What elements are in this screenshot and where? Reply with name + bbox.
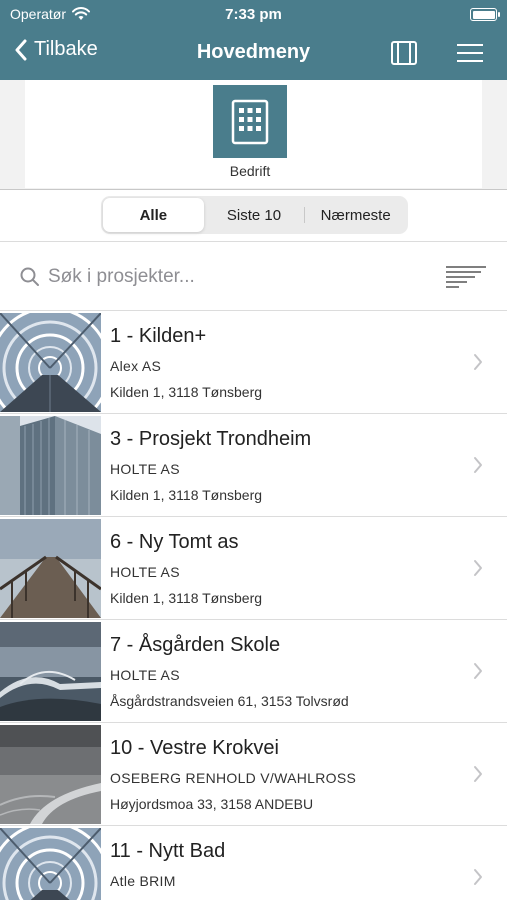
page-title: Hovedmeny [196,41,311,63]
chevron-right-icon [474,560,482,576]
project-address: Kilden 1, 3118 Tønsberg [110,590,263,606]
top-bar: Operatør 7:33 pm Tilbake Hovedmeny [0,0,507,80]
chevron-right-icon [474,869,482,885]
project-company: HOLTE AS [110,461,180,477]
project-name: 3 - Prosjekt Trondheim [110,428,312,450]
project-name: 7 - Åsgården Skole [110,634,281,656]
project-name: 11 - Nytt Bad [110,840,226,862]
segment-all[interactable]: Alle [103,198,204,232]
project-row[interactable]: 7 - Åsgården Skole HOLTE AS Åsgårdstrand… [0,620,507,723]
sea-wall-image [0,725,101,824]
sort-filter-icon[interactable] [445,265,487,289]
project-name: 6 - Ny Tomt as [110,531,239,553]
search-icon [20,267,39,286]
project-thumbnail [0,519,101,618]
company-tile[interactable]: Bedrift [213,85,287,179]
project-address: Kilden 1, 3118 Tønsberg [110,384,263,400]
project-thumbnail [0,622,101,721]
project-row[interactable]: 10 - Vestre Krokvei OSEBERG RENHOLD V/WA… [0,723,507,826]
hamburger-menu-icon [457,44,483,62]
project-thumbnail [0,313,101,412]
project-list: 1 - Kilden+ Alex AS Kilden 1, 3118 Tønsb… [0,311,507,900]
project-company: HOLTE AS [110,564,180,580]
project-thumbnail [0,416,101,515]
chevron-right-icon [474,457,482,473]
glass-building-image [0,416,101,515]
segmented-control: Alle Siste 10 Nærmeste [101,196,408,234]
status-bar: Operatør 7:33 pm [0,0,507,28]
chevron-right-icon [474,663,482,679]
tunnel-bridge-image [0,828,101,900]
search-bar [0,243,507,311]
status-time: 7:33 pm [225,5,282,23]
project-company: OSEBERG RENHOLD V/WAHLROSS [110,770,357,786]
tunnel-bridge-image [0,313,101,412]
project-name: 1 - Kilden+ [110,325,207,347]
filter-area: Alle Siste 10 Nærmeste [0,190,507,242]
project-address: Kilden 1, 3118 Tønsberg [110,487,263,503]
search-input[interactable] [48,261,408,293]
chevron-right-icon [474,766,482,782]
company-tile-square [213,85,287,158]
book-button[interactable] [389,40,419,66]
project-row[interactable]: 6 - Ny Tomt as HOLTE AS Kilden 1, 3118 T… [0,517,507,620]
company-tile-label: Bedrift [229,163,271,179]
main-menu-panel: Bedrift [25,80,482,188]
project-company: Atle BRIM [110,873,176,889]
project-company: HOLTE AS [110,667,180,683]
project-row[interactable]: 3 - Prosjekt Trondheim HOLTE AS Kilden 1… [0,414,507,517]
project-thumbnail [0,828,101,900]
segment-nearest[interactable]: Nærmeste [305,198,406,232]
pier-image [0,519,101,618]
menu-button[interactable] [455,40,485,66]
book-icon [391,41,417,65]
chevron-right-icon [474,354,482,370]
building-icon [231,99,269,144]
project-company: Alex AS [110,358,162,374]
project-name: 10 - Vestre Krokvei [110,737,279,759]
project-address: Høyjordsmoa 33, 3158 ANDEBU [110,796,314,812]
project-row[interactable]: 1 - Kilden+ Alex AS Kilden 1, 3118 Tønsb… [0,311,507,414]
battery-icon [470,8,500,21]
navigation-bar: Tilbake Hovedmeny [0,28,507,80]
project-address: Åsgårdstrandsveien 61, 3153 Tolvsrød [110,693,349,709]
main-menu-area: Bedrift [0,80,507,190]
project-thumbnail [0,725,101,824]
project-row[interactable]: 11 - Nytt Bad Atle BRIM [0,826,507,900]
coastal-bridge-image [0,622,101,721]
segment-last-10[interactable]: Siste 10 [204,198,305,232]
